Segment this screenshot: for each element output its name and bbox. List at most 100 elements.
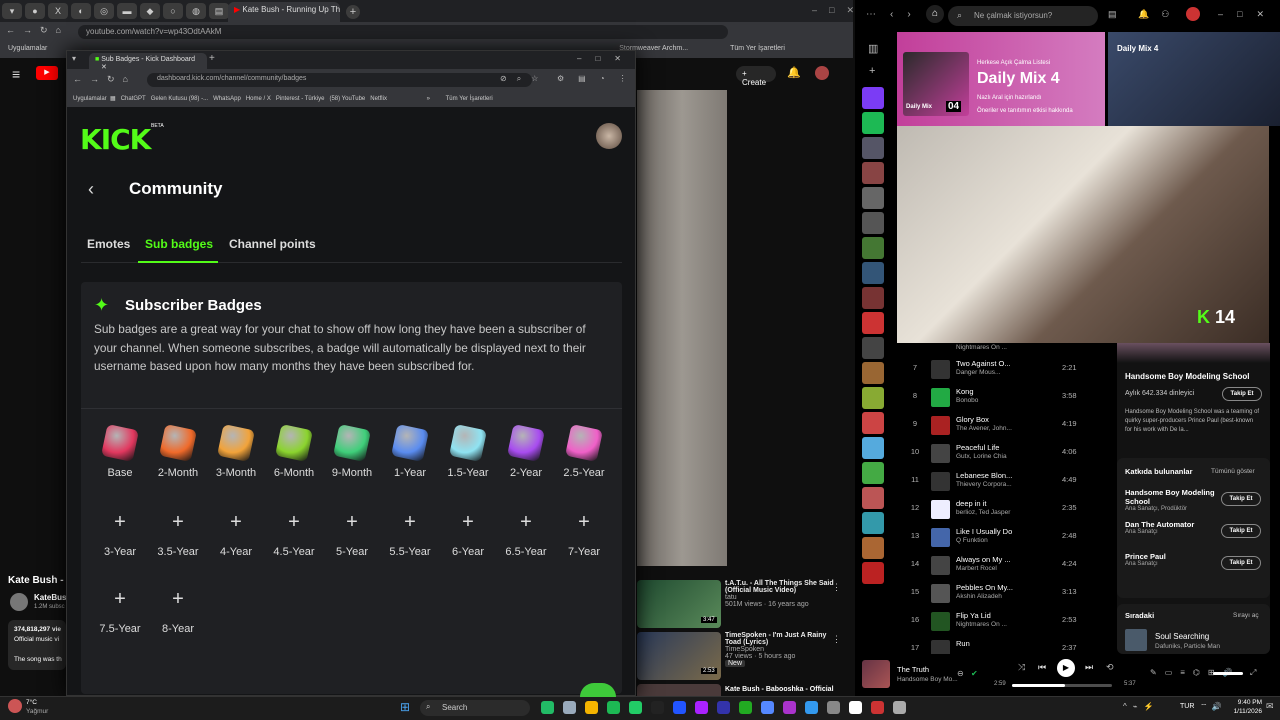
playlist-cover[interactable] [862,187,884,209]
now-playing-cover[interactable] [862,660,890,688]
track-row[interactable]: 7 Two Against O... Danger Mous... 2:21 [905,357,1105,383]
pinned-tab[interactable]: ◎ [94,3,114,19]
bookmark-item[interactable]: ChatGPT [121,96,146,102]
next-icon[interactable]: ⏭ [1085,662,1093,673]
bookmark-all[interactable]: Tüm Yer İşaretleri [730,45,785,52]
now-playing-artist[interactable]: Handsome Boy Mo... [897,676,958,683]
track-row[interactable]: 14 Always on My ... Marbert Rocel 4:24 [905,553,1105,579]
bookmark-all[interactable]: Tüm Yer İşaretleri [446,96,493,102]
taskbar-app-icon[interactable] [761,701,774,714]
empty-badge-slot[interactable]: +3.5-Year [149,506,207,558]
track-artist[interactable]: berlioz, Ted Jasper [956,509,1010,516]
add-badge-icon[interactable]: + [555,506,613,538]
taskbar-app-icon[interactable] [629,701,642,714]
bookmark-item[interactable]: Home / X [246,96,271,102]
playlist-cover[interactable] [862,312,884,334]
track-title[interactable]: deep in it [956,499,986,508]
empty-badge-slot[interactable]: +4-Year [207,506,265,558]
track-artist[interactable]: Thievery Corpora... [956,481,1012,488]
saved-check-icon[interactable]: ✔ [971,669,978,678]
playlist-cover[interactable] [862,237,884,259]
badge-item[interactable]: Base [91,424,149,479]
track-title[interactable]: Two Against O... [956,359,1011,368]
empty-badge-slot[interactable]: +3-Year [91,506,149,558]
track-row[interactable]: 15 Pebbles On My... Akshin Alizadeh 3:13 [905,581,1105,607]
bookmark-item[interactable]: Gelen Kutusu (98) -... [151,96,208,102]
previous-icon[interactable]: ⏮ [1038,662,1046,673]
playlist-cover[interactable] [862,562,884,584]
badge-item[interactable]: 1-Year [381,424,439,479]
add-badge-icon[interactable]: + [323,506,381,538]
playlist-cover[interactable] [862,537,884,559]
spotify-avatar[interactable] [1186,7,1200,21]
track-row[interactable]: 8 Kong Bonobo 3:58 [905,385,1105,411]
add-badge-icon[interactable]: + [497,506,555,538]
user-avatar[interactable] [815,66,829,80]
empty-badge-slot[interactable]: +4.5-Year [265,506,323,558]
add-badge-icon[interactable]: + [149,583,207,615]
playlist-cover[interactable] [862,362,884,384]
bookmark-apps[interactable]: Uygulamalar [8,45,47,52]
taskbar-app-icon[interactable] [717,701,730,714]
track-artist[interactable]: Q Funktion [956,537,988,544]
taskbar-app-icon[interactable] [871,701,884,714]
badge-item[interactable]: 6-Month [265,424,323,479]
add-badge-icon[interactable]: + [265,506,323,538]
recommended-video[interactable]: t.A.T.u. - All The Things She Said (Offi… [637,580,847,630]
tab-channel-points[interactable]: Channel points [229,237,316,251]
pinned-tab[interactable]: ▤ [209,3,229,19]
track-row[interactable]: 12 deep in it berlioz, Ted Jasper 2:35 [905,497,1105,523]
playlist-cover[interactable] [862,487,884,509]
track-artist[interactable]: Danger Mous... [956,369,1000,376]
spotify-window-controls[interactable]: –□✕ [1218,9,1278,20]
taskbar-app-icon[interactable] [783,701,796,714]
browser-toolbar-icons[interactable]: ⚙▤◔⋮ [557,74,641,83]
channel-avatar[interactable] [10,593,28,611]
clock-date[interactable]: 1/11/2026 [1225,708,1262,715]
add-badge-icon[interactable]: + [439,506,497,538]
artist-bio[interactable]: Handsome Boy Modeling School was a teami… [1125,408,1260,435]
playlist-note[interactable]: Öneriler ve tanıtımın etkisi hakkında [977,108,1073,114]
pinned-tab[interactable]: ◐ [71,3,91,19]
weather-icon[interactable] [8,699,22,713]
contributor-name[interactable]: Dan The Automator [1125,520,1215,529]
badge-item[interactable]: 2.5-Year [555,424,613,479]
empty-badge-slot[interactable]: +8-Year [149,583,207,635]
contributor-row[interactable]: Dan The Automator Ana Sanatçı Takip Et [1125,520,1265,538]
taskbar-app-icon[interactable] [893,701,906,714]
network-volume-icons[interactable]: ⌔🔊 [1200,702,1225,712]
track-title[interactable]: Run [956,639,970,648]
badge-item[interactable]: 2-Year [497,424,555,479]
shuffle-icon[interactable]: ⤨ [1018,662,1025,673]
bookmark-item[interactable]: Netflix [370,96,387,102]
contributor-name[interactable]: Handsome Boy Modeling School [1125,488,1215,506]
play-button[interactable]: ▶ [1057,659,1075,677]
windows-start-icon[interactable]: ⊞ [400,700,410,714]
kick-window-controls[interactable]: –□✕ [577,54,635,63]
language-indicator[interactable]: TUR [1180,703,1194,710]
channel-name[interactable]: KateBus [34,593,66,602]
browse-icon[interactable]: ▤ [1108,9,1117,20]
empty-badge-slot[interactable]: +7-Year [555,506,613,558]
contributor-row[interactable]: Prince Paul Ana Sanatçı Takip Et [1125,552,1265,570]
youtube-logo-icon[interactable]: ▶ [36,66,58,80]
track-row[interactable]: 11 Lebanese Blon... Thievery Corpora... 4:4… [905,469,1105,495]
taskbar-app-icon[interactable] [827,701,840,714]
track-title[interactable]: Flip Ya Lid [956,611,991,620]
playlist-cover[interactable] [862,387,884,409]
address-bar-actions[interactable]: ⊘⌕☆ [500,74,548,84]
chrome-menu-icon[interactable]: ▾ [2,3,22,19]
taskbar-app-icon[interactable] [607,701,620,714]
playlist-cover[interactable] [862,412,884,434]
track-title[interactable]: Lebanese Blon... [956,471,1012,480]
follow-button[interactable]: Takip Et [1221,556,1261,570]
spotify-header-icons[interactable]: 🔔⚇ [1138,9,1181,20]
kick-url-field[interactable]: dashboard.kick.com/channel/community/bad… [147,73,532,87]
empty-badge-slot[interactable]: +5.5-Year [381,506,439,558]
youtube-menu-icon[interactable]: ≡ [12,66,20,82]
follow-button[interactable]: Takip Et [1221,492,1261,506]
track-artist[interactable]: The Avener, John... [956,425,1012,432]
new-tab-button[interactable]: + [209,53,215,64]
playlist-cover[interactable] [862,437,884,459]
youtube-active-tab[interactable]: ▶ Kate Bush - Running Up Th... 🔊 ✕ [228,2,340,22]
